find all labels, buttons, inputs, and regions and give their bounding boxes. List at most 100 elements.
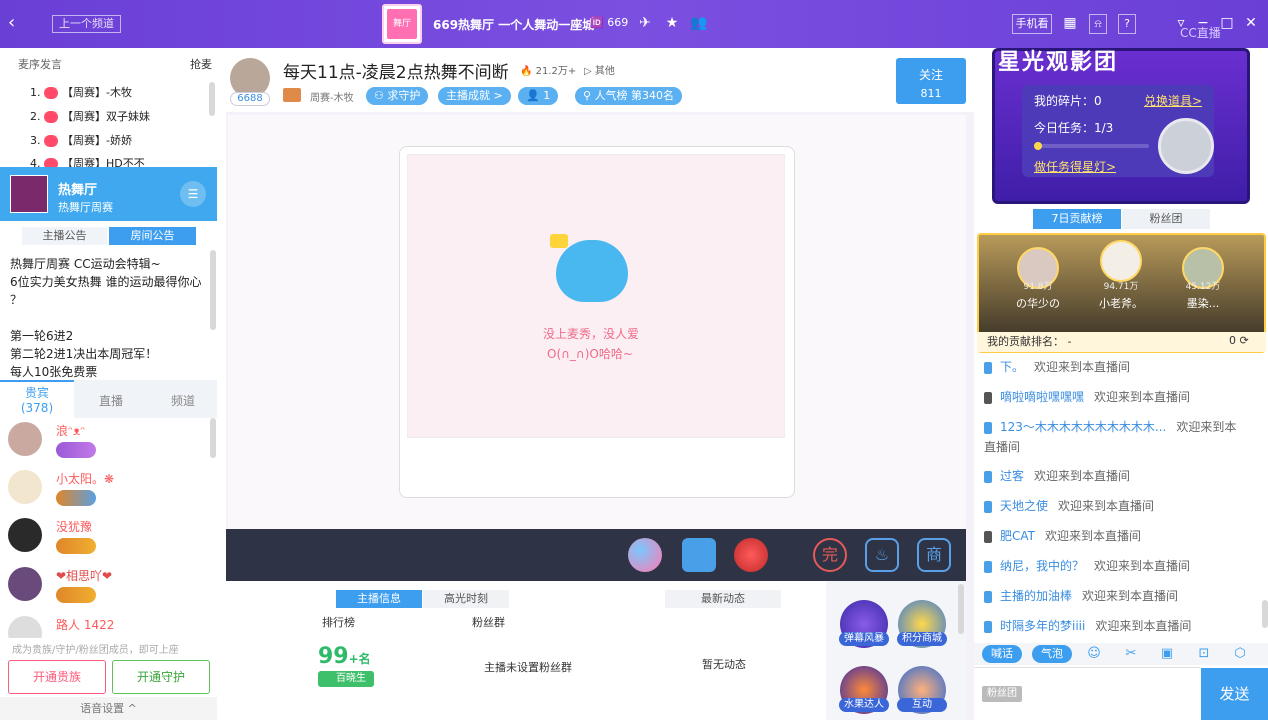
list-item[interactable]: 小太阳。❋ xyxy=(8,470,208,516)
plane-icon[interactable]: ✈ xyxy=(636,14,654,32)
hall-name: 热舞厅 xyxy=(58,183,98,198)
avatar xyxy=(8,567,42,601)
phone-icon xyxy=(984,590,992,603)
phone-icon xyxy=(984,530,992,543)
finish-icon[interactable]: 完 xyxy=(813,538,847,572)
task-link[interactable]: 做任务得星灯> xyxy=(1034,158,1116,175)
voice-settings-button[interactable]: 语音设置 ^ xyxy=(0,697,217,720)
badge-icon xyxy=(56,587,96,603)
tab-fan-club[interactable]: 粉丝团 xyxy=(1122,209,1210,229)
fan-group-label: 粉丝群 xyxy=(472,616,505,629)
tab-vip[interactable]: 贵宾 (378) xyxy=(0,384,74,415)
fan-club-chip[interactable]: 粉丝团 xyxy=(982,686,1022,702)
heart-icon xyxy=(44,111,58,123)
camera-gift-icon[interactable] xyxy=(682,538,716,572)
prev-channel-button[interactable]: 上一个频道 xyxy=(52,15,121,33)
chat-message: 123～木木木木木木木木木木... 欢迎来到本直播间 xyxy=(984,420,1237,454)
list-item[interactable]: 没犹豫 xyxy=(8,518,208,564)
hall-thumbnail xyxy=(10,175,48,213)
bell-icon[interactable]: ⍾ xyxy=(1089,14,1107,34)
mascot-icon xyxy=(556,240,628,302)
avatar xyxy=(8,616,42,638)
seat-item[interactable]: 1. 【周赛】-木牧 xyxy=(30,84,132,100)
phone-watch-button[interactable]: 手机看 xyxy=(1012,14,1052,34)
chat-message: 过客 欢迎来到本直播间 xyxy=(984,466,1248,486)
page-title: 每天11点-凌晨2点热舞不间断 xyxy=(283,63,509,83)
bag-icon[interactable]: ♨ xyxy=(865,538,899,572)
tab-7day-rank[interactable]: 7日贡献榜 xyxy=(1033,209,1121,229)
phone-icon xyxy=(984,500,992,513)
phone-icon xyxy=(984,620,992,633)
emoji-icon[interactable]: ☺ xyxy=(1085,645,1103,663)
lock-icon[interactable]: ⊡ xyxy=(1195,645,1213,663)
menu-icon[interactable]: ☰ xyxy=(180,181,206,207)
room-name: 669热舞厅 一个人舞动一座城 xyxy=(433,18,595,32)
send-button[interactable]: 发送 xyxy=(1201,668,1268,720)
list-item[interactable]: ❤相思吖❤ xyxy=(8,567,208,613)
star-icon[interactable]: ★ xyxy=(663,14,681,32)
phone-icon xyxy=(984,391,992,404)
avatar[interactable] xyxy=(1100,240,1142,282)
balloon-gift-icon[interactable] xyxy=(628,538,662,572)
guard-request-chip[interactable]: ⚇ 求守护 xyxy=(366,87,429,105)
avatar xyxy=(8,518,42,552)
tab-anchor-info[interactable]: 主播信息 xyxy=(336,590,422,608)
activity-scrollbar[interactable] xyxy=(958,584,964,634)
seat-item[interactable]: 2. 【周赛】双子妹妹 xyxy=(30,108,150,124)
shout-button[interactable]: 喊话 xyxy=(982,645,1022,663)
hall-header[interactable]: 热舞厅 热舞厅周赛 ☰ xyxy=(0,167,217,221)
follow-button[interactable]: 关注 811 xyxy=(896,58,966,104)
seat-item[interactable]: 3. 【周赛】-娇娇 xyxy=(30,132,132,148)
open-guard-button[interactable]: 开通守护 xyxy=(112,660,210,694)
member-scrollbar[interactable] xyxy=(210,418,216,458)
more-icon[interactable]: ⬡ xyxy=(1231,645,1249,663)
rank-tag: 百晓生 xyxy=(318,671,374,687)
chat-scrollbar[interactable] xyxy=(1262,600,1268,628)
chat-message: 时隔多年的梦iiii 欢迎来到本直播间 xyxy=(984,616,1248,636)
chat-message: 下。 欢迎来到本直播间 xyxy=(984,357,1248,377)
crown-icon xyxy=(550,234,568,248)
scissors-icon[interactable]: ✂ xyxy=(1122,645,1140,663)
grab-seat-button[interactable]: 抢麦 xyxy=(190,56,212,72)
tab-room-notice[interactable]: 房间公告 xyxy=(109,227,196,245)
other-button[interactable]: ▷ 其他 xyxy=(584,62,615,77)
chat-message: 天地之使 欢迎来到本直播间 xyxy=(984,496,1248,516)
tab-highlights[interactable]: 高光时刻 xyxy=(423,590,509,608)
title-bar: ‹ 上一个频道 舞厅 669热舞厅 一个人舞动一座城 🆔 669 ✈ ★ 👥 手… xyxy=(0,0,1268,48)
users-icon[interactable]: 👥 xyxy=(690,14,708,32)
heart-icon xyxy=(44,158,58,167)
open-noble-button[interactable]: 开通贵族 xyxy=(8,660,106,694)
tab-live[interactable]: 直播 xyxy=(74,392,148,409)
back-arrow-icon[interactable]: ‹ xyxy=(8,12,28,34)
cc-logo: CC直播 xyxy=(1180,26,1221,40)
notice-scrollbar[interactable] xyxy=(210,250,216,330)
shards-label: 我的碎片：0 xyxy=(1034,94,1102,108)
no-fan-group-text: 主播未设置粉丝群 xyxy=(484,661,572,674)
help-icon[interactable]: ? xyxy=(1118,14,1136,34)
fire-icon: 🔥 xyxy=(520,66,533,77)
close-icon[interactable]: ✕ xyxy=(1242,14,1260,32)
achievement-chip[interactable]: 主播成就 > xyxy=(438,87,511,105)
list-item[interactable]: 浪ᵔᴥᵔ xyxy=(8,422,208,468)
list-item[interactable]: 路人 1422 xyxy=(8,616,208,638)
bubble-button[interactable]: 气泡 xyxy=(1032,645,1072,663)
seat-item[interactable]: 4. 【周赛】HD不不 xyxy=(30,155,145,167)
no-dynamic-text: 暂无动态 xyxy=(702,658,746,671)
image-icon[interactable]: ▣ xyxy=(1158,645,1176,663)
popularity: 🔥 21.2万+ xyxy=(520,66,577,77)
tab-latest-news[interactable]: 最新动态 xyxy=(665,590,781,608)
tab-channel[interactable]: 频道 xyxy=(148,392,218,409)
task-progress xyxy=(1034,142,1149,150)
star-lamp-icon xyxy=(1158,118,1214,174)
grid-icon[interactable]: ▦ xyxy=(1061,14,1079,32)
exchange-link[interactable]: 兑换道具> xyxy=(1144,92,1202,109)
flower-gift-icon[interactable] xyxy=(734,538,768,572)
popularity-rank-chip[interactable]: ⚲ 人气榜 第340名 xyxy=(575,87,683,105)
tab-anchor-notice[interactable]: 主播公告 xyxy=(22,227,107,245)
shop-icon[interactable]: 商 xyxy=(917,538,951,572)
star-banner-title: 星光观影团 xyxy=(998,50,1119,75)
refresh-icon[interactable]: ⟳ xyxy=(1240,334,1249,347)
viewers-chip[interactable]: 👤 1 xyxy=(518,87,559,105)
rank-label: 排行榜 xyxy=(322,616,355,629)
seat-scrollbar[interactable] xyxy=(209,82,215,116)
